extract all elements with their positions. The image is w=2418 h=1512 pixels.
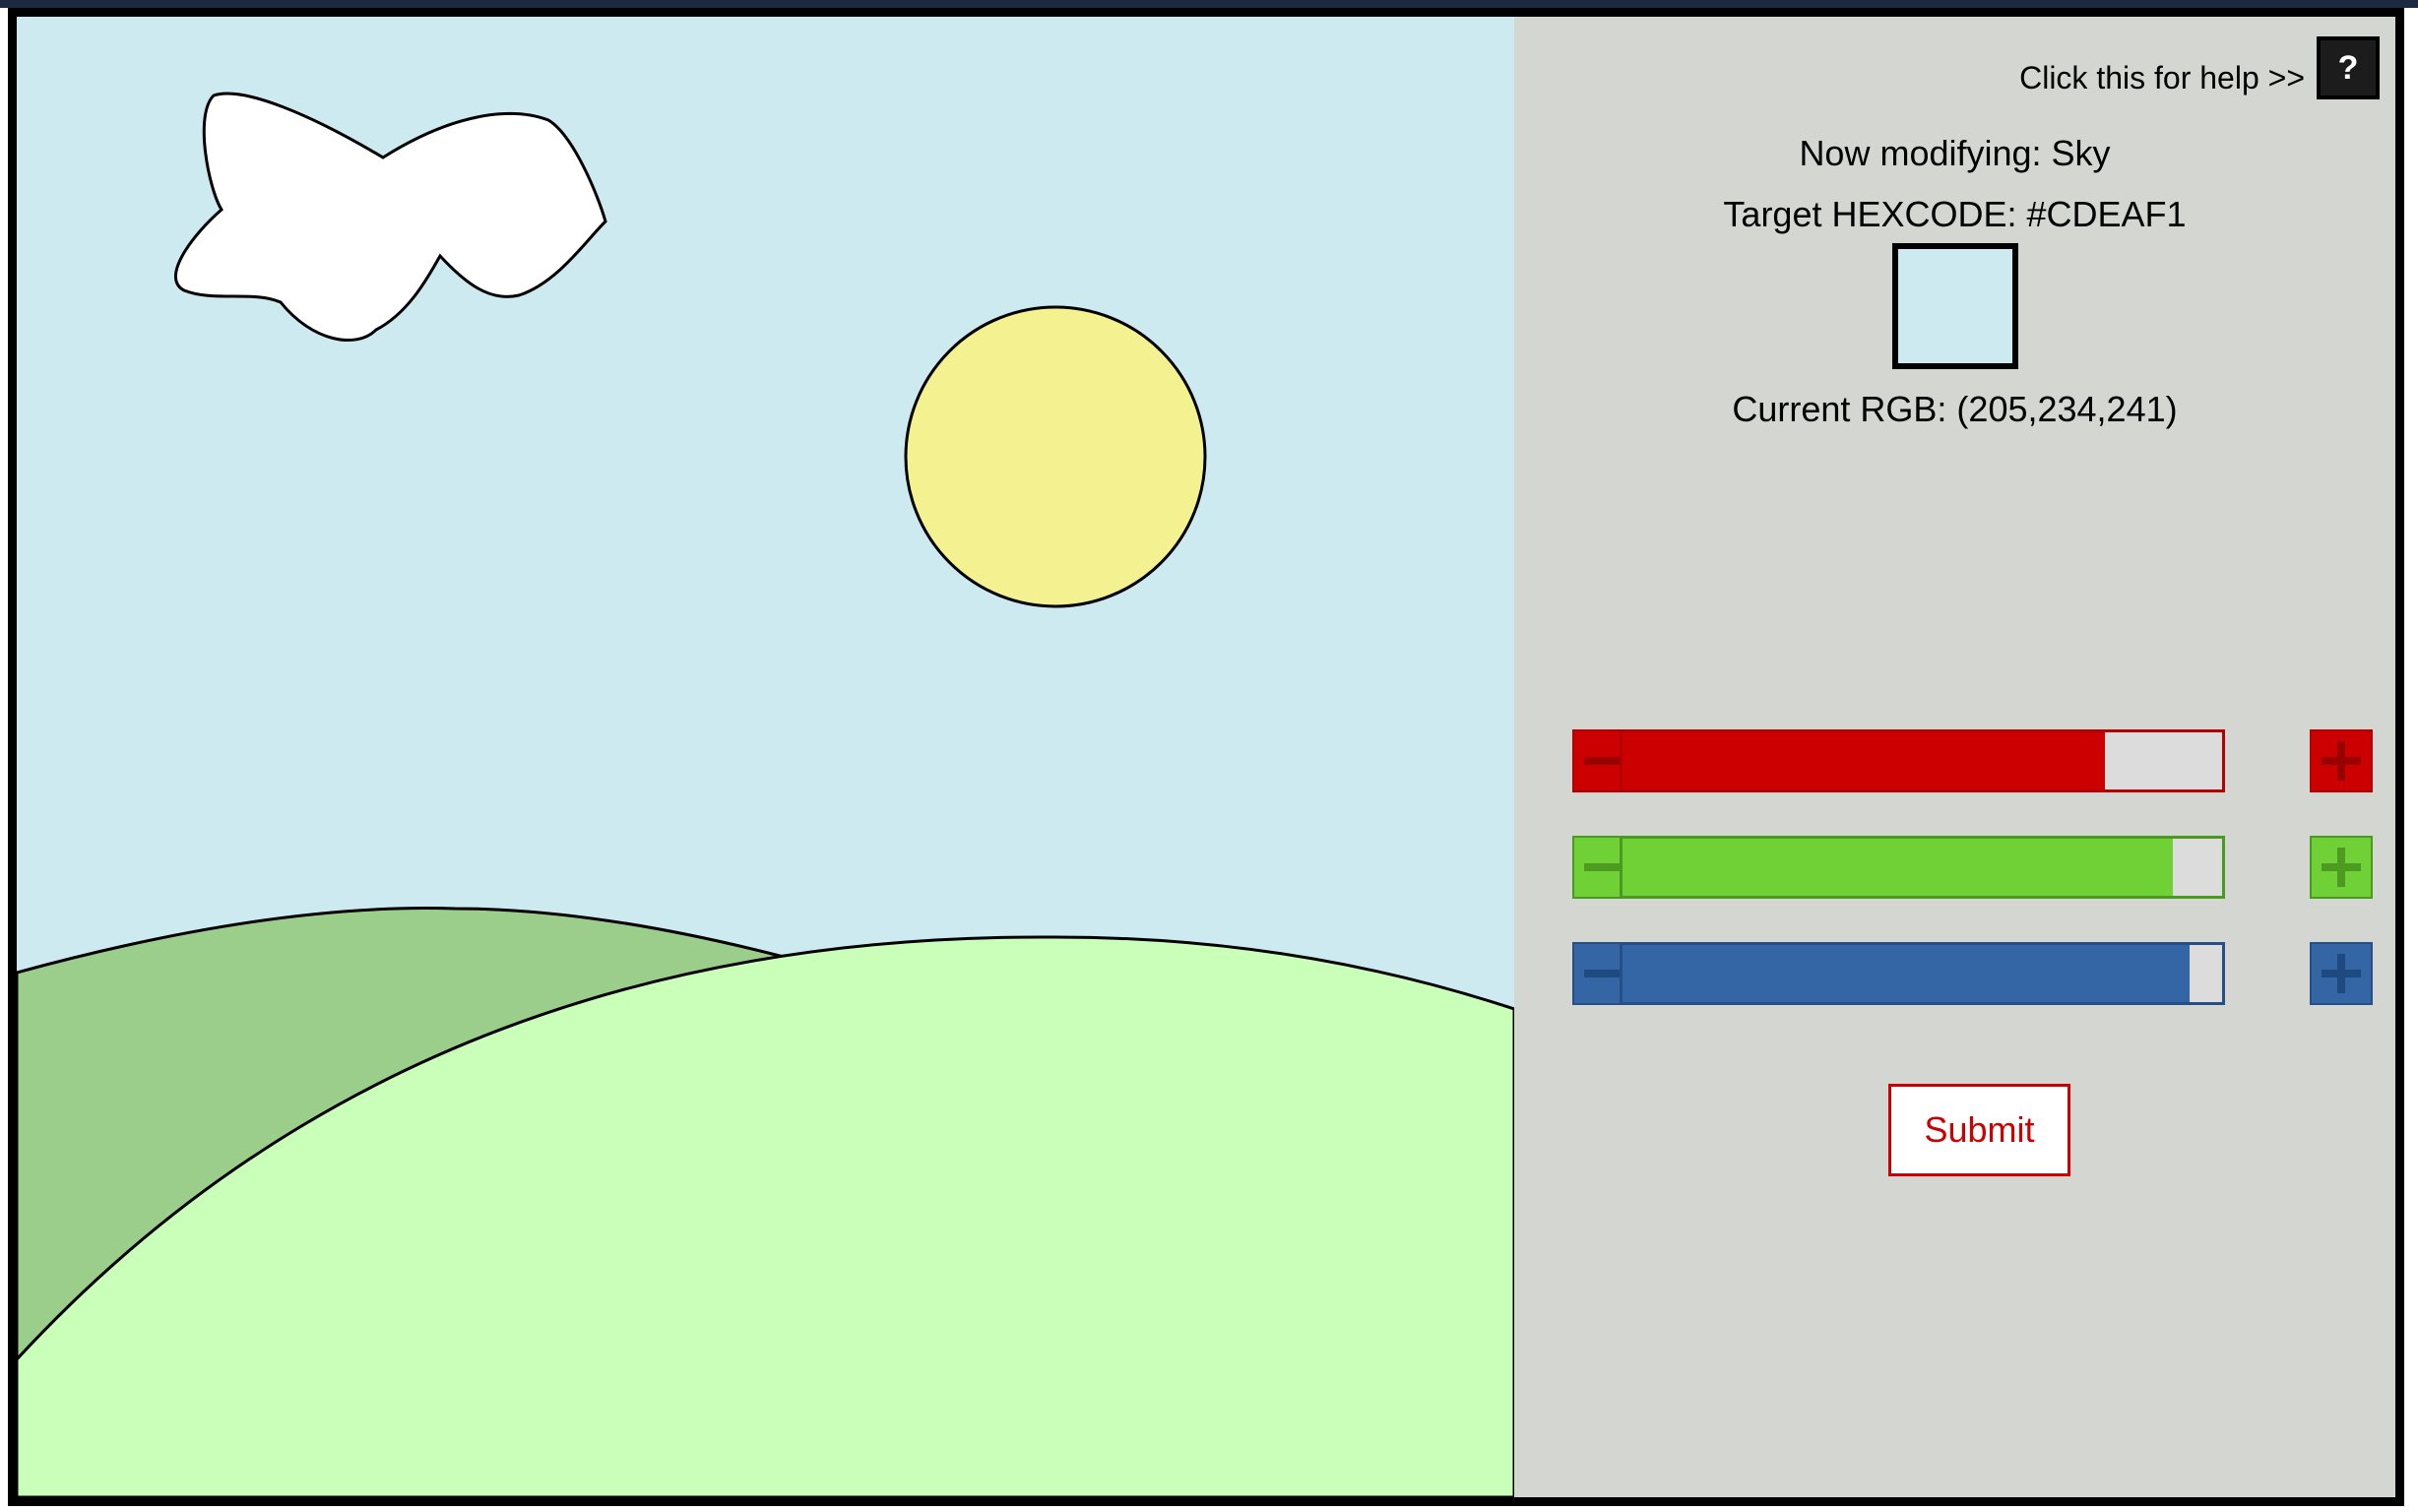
blue-slider-track[interactable] [1620, 942, 2225, 1005]
green-slider-row [1514, 836, 2395, 899]
sun[interactable] [904, 305, 1207, 608]
minus-icon [1584, 863, 1623, 871]
plus-icon-vertical [2337, 954, 2345, 993]
plus-icon-vertical [2337, 741, 2345, 781]
blue-slider-fill [1623, 945, 2190, 1002]
submit-button[interactable]: Submit [1888, 1084, 2070, 1176]
target-color-swatch [1892, 243, 2018, 369]
minus-icon [1584, 757, 1623, 765]
red-slider-row [1514, 729, 2395, 792]
blue-increase-button[interactable] [2310, 942, 2373, 1005]
current-rgb-label: Current RGB: (205,234,241) [1732, 389, 2178, 429]
target-hexcode-label: Target HEXCODE: #CDEAF1 [1723, 194, 2187, 234]
green-increase-button[interactable] [2310, 836, 2373, 899]
red-increase-button[interactable] [2310, 729, 2373, 792]
plus-icon-vertical [2337, 848, 2345, 887]
help-hint: Click this for help >> [2019, 60, 2305, 95]
scene-canvas [17, 17, 1514, 1497]
green-slider-track[interactable] [1620, 836, 2225, 899]
now-modifying-label: Now modifying: Sky [1799, 133, 2111, 173]
top-border-strip [0, 0, 2418, 8]
control-panel: Click this for help >> ? Now modifying: … [1514, 17, 2395, 1497]
red-slider-track[interactable] [1620, 729, 2225, 792]
help-button[interactable]: ? [2317, 36, 2380, 99]
green-slider-fill [1623, 839, 2173, 896]
red-slider-fill [1623, 732, 2105, 789]
minus-icon [1584, 970, 1623, 977]
blue-slider-row [1514, 942, 2395, 1005]
game-frame: Click this for help >> ? Now modifying: … [8, 8, 2404, 1506]
